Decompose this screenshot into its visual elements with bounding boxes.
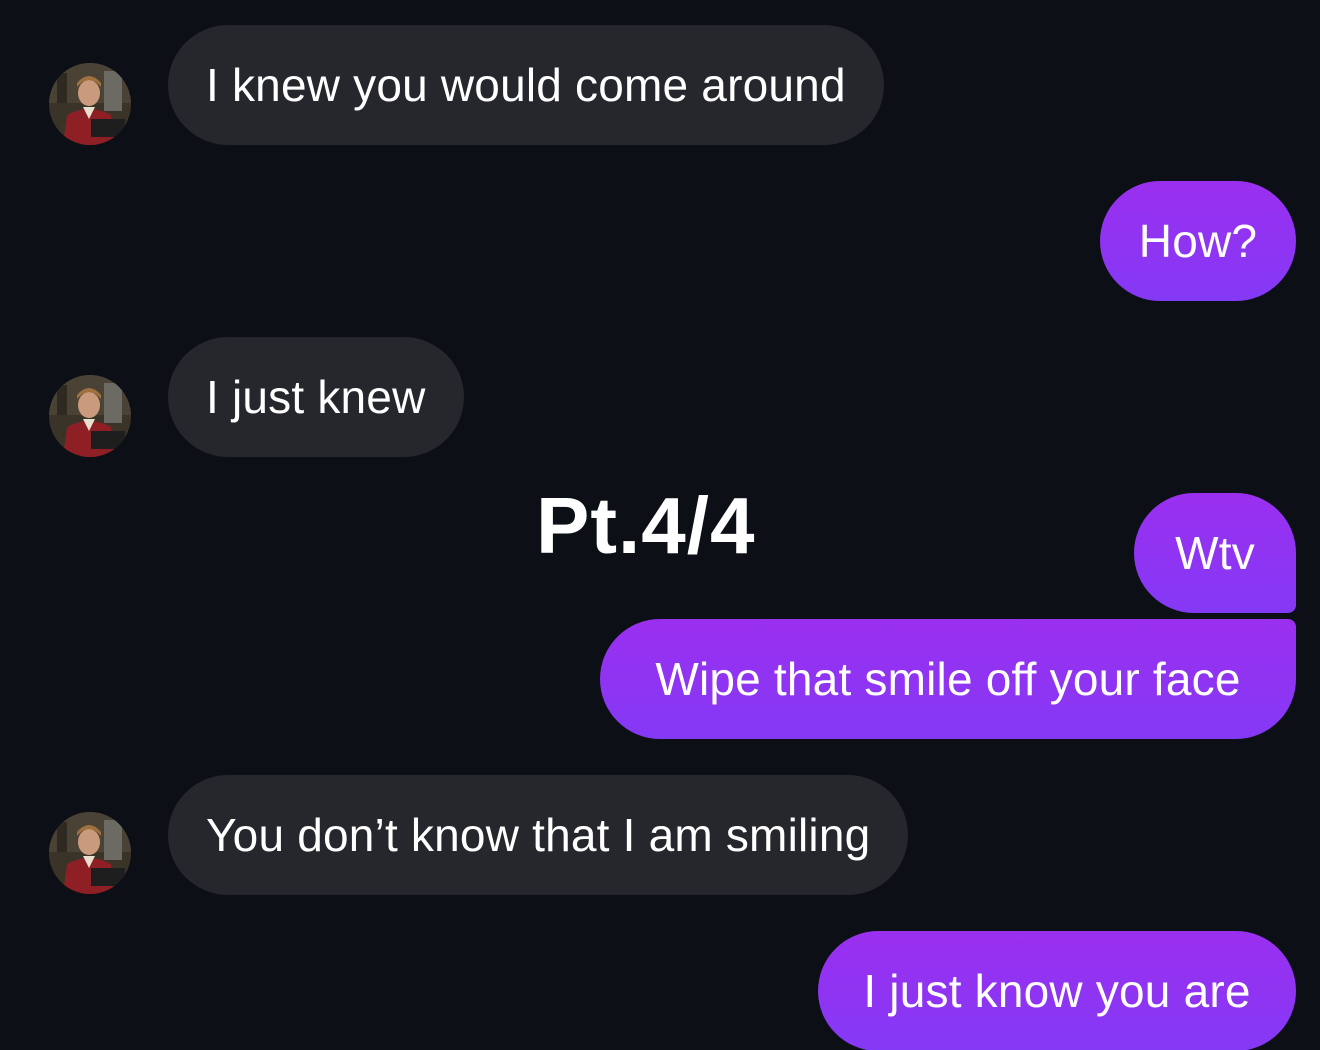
message-text: Wtv <box>1175 527 1255 579</box>
contact-photo-icon <box>49 375 131 457</box>
message-bubble-outgoing[interactable]: Wtv <box>1134 493 1296 613</box>
message-text: You don’t know that I am smiling <box>206 809 871 861</box>
message-bubble-incoming[interactable]: I knew you would come around <box>168 25 884 145</box>
message-text: I just know you are <box>863 965 1251 1017</box>
contact-photo-icon <box>49 63 131 145</box>
part-caption: Pt.4/4 <box>536 481 756 570</box>
message-bubble-outgoing[interactable]: I just know you are <box>818 931 1296 1050</box>
contact-avatar[interactable] <box>49 375 131 457</box>
contact-photo-icon <box>49 812 131 894</box>
message-thread: I knew you would come around How? I just… <box>0 0 1320 1050</box>
message-text: Wipe that smile off your face <box>655 653 1241 705</box>
message-bubble-outgoing[interactable]: Wipe that smile off your face <box>600 619 1296 739</box>
contact-avatar[interactable] <box>49 63 131 145</box>
message-text: I just knew <box>206 371 426 423</box>
message-text: How? <box>1138 215 1258 267</box>
message-text: I knew you would come around <box>206 59 846 111</box>
message-bubble-incoming[interactable]: I just knew <box>168 337 464 457</box>
message-bubble-incoming[interactable]: You don’t know that I am smiling <box>168 775 909 895</box>
message-bubble-outgoing[interactable]: How? <box>1100 181 1296 301</box>
contact-avatar[interactable] <box>49 812 131 894</box>
